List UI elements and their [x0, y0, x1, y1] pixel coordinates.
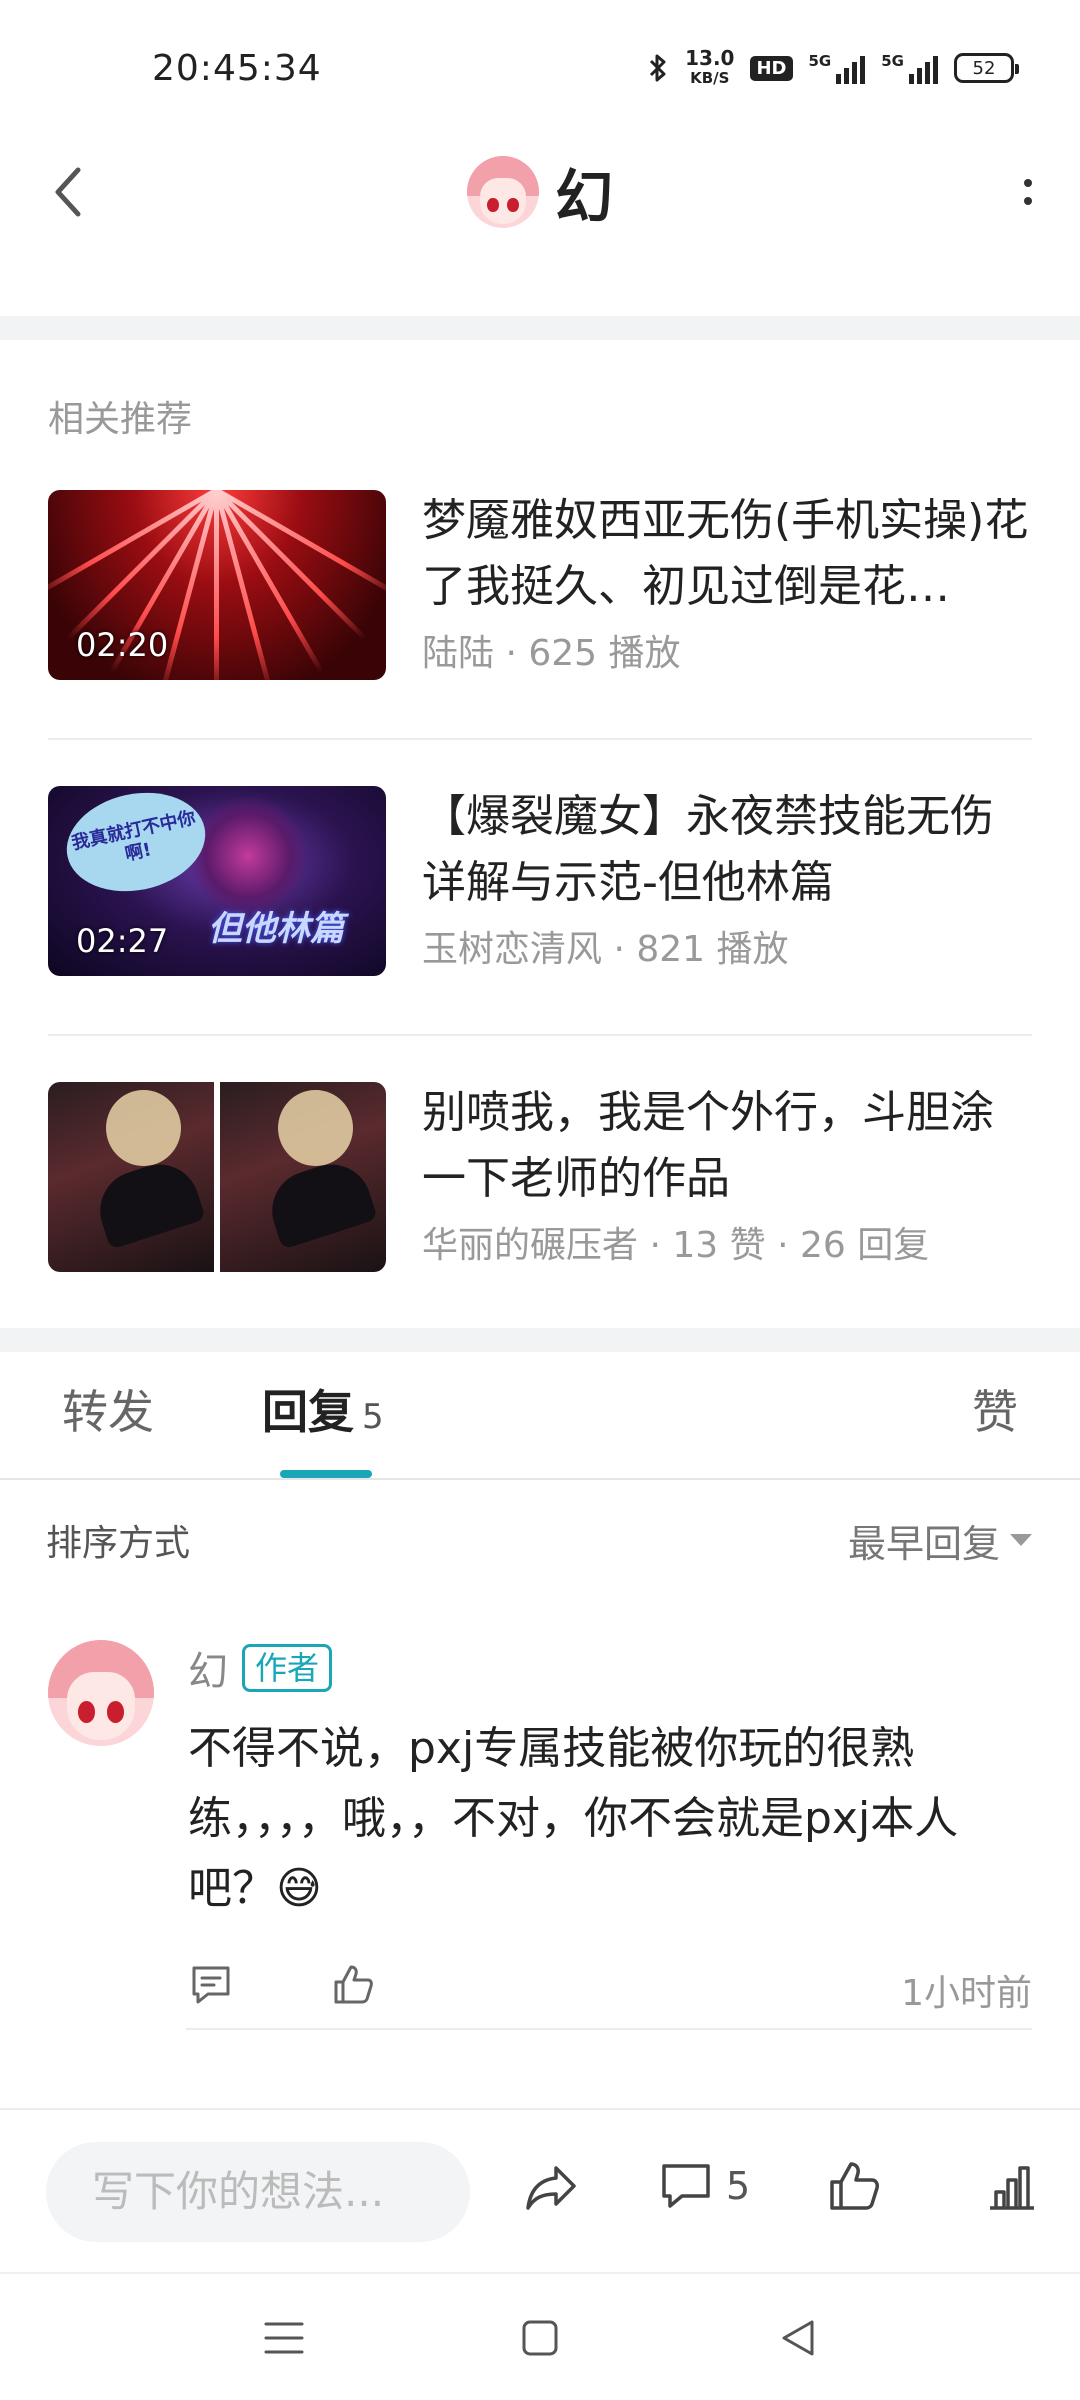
- related-item-title: 梦魇雅奴西亚无伤(手机实操)花了我挺久、初见过倒是花…: [422, 495, 1029, 612]
- thumbnail-bubble-text: 我真就打不中你啊!: [57, 786, 215, 904]
- status-icons: 13.0 KB/S HD 5G 5G 52: [647, 48, 1019, 88]
- comments-button[interactable]: 5: [658, 2158, 750, 2214]
- divider: [48, 738, 1032, 740]
- menu-icon[interactable]: [262, 2316, 306, 2360]
- status-time: 20:45:34: [152, 48, 322, 89]
- comment-time: 1小时前: [901, 1973, 1032, 2014]
- avatar[interactable]: [48, 1640, 154, 1746]
- like-button[interactable]: [826, 2158, 882, 2214]
- hd-badge: HD: [750, 55, 793, 81]
- related-item-title: 别喷我，我是个外行，斗胆涂一下老师的作品: [422, 1087, 994, 1204]
- related-item-info: 【爆裂魔女】永夜禁技能无伤详解与示范-但他林篇 玉树恋清风 · 821 播放: [422, 786, 1032, 976]
- tab-bar: 转发 回复 5 赞: [0, 1340, 1080, 1480]
- reply-icon[interactable]: [188, 1962, 234, 2008]
- related-item-info: 别喷我，我是个外行，斗胆涂一下老师的作品 华丽的碾压者 · 13 赞 · 26 …: [422, 1082, 1032, 1272]
- bluetooth-icon: [650, 54, 666, 82]
- related-item[interactable]: 别喷我，我是个外行，斗胆涂一下老师的作品 华丽的碾压者 · 13 赞 · 26 …: [48, 1082, 1032, 1272]
- comment-actions: 1小时前: [188, 1952, 1032, 2022]
- related-item-title: 【爆裂魔女】永夜禁技能无伤详解与示范-但他林篇: [422, 791, 994, 908]
- comment-body: 幻 作者 不得不说，pxj专属技能被你玩的很熟练，，，，哦，，不对，你不会就是p…: [188, 1640, 1032, 2022]
- related-item-author: 陆陆: [422, 633, 495, 674]
- comment-input[interactable]: 写下你的想法...: [46, 2142, 470, 2242]
- related-item-stat-2: 26 回复: [799, 1225, 930, 1266]
- related-section-title: 相关推荐: [48, 399, 193, 440]
- bar-chart-icon: [990, 2166, 1034, 2210]
- video-duration: 02:27: [76, 922, 169, 960]
- related-item-info: 梦魇雅奴西亚无伤(手机实操)花了我挺久、初见过倒是花… 陆陆 · 625 播放: [422, 490, 1032, 680]
- back-triangle-icon[interactable]: [776, 2316, 820, 2360]
- caret-down-icon: [1010, 1534, 1032, 1546]
- system-nav-bar: [0, 2272, 1080, 2400]
- author-badge: 作者: [242, 1644, 333, 1692]
- section-divider: [0, 316, 1080, 340]
- divider: [186, 2028, 1032, 2030]
- network-speed-value: 13.0: [685, 46, 735, 70]
- home-icon[interactable]: [518, 2316, 562, 2360]
- related-item-meta: 陆陆 · 625 播放: [422, 633, 681, 674]
- signal-2-label: 5G: [881, 52, 904, 70]
- related-item-author: 华丽的碾压者: [422, 1225, 639, 1266]
- tab-like[interactable]: 赞: [972, 1376, 1018, 1442]
- tab-forward[interactable]: 转发: [62, 1376, 154, 1442]
- comment-header: 幻 作者: [188, 1640, 1032, 1696]
- post-thumbnail: [48, 1082, 386, 1272]
- signal-1-label: 5G: [808, 52, 832, 70]
- network-speed-unit: KB/S: [690, 69, 730, 87]
- related-item-meta: 华丽的碾压者 · 13 赞 · 26 回复: [422, 1225, 930, 1266]
- share-icon: [526, 2166, 576, 2210]
- signal-strength-2-icon: 5G: [881, 52, 938, 84]
- related-item-stat: 13 赞: [672, 1225, 766, 1266]
- sort-dropdown[interactable]: 最早回复: [848, 1513, 1032, 1568]
- tab-reply[interactable]: 回复 5: [262, 1376, 384, 1442]
- comment-text: 不得不说，pxj专属技能被你玩的很熟练，，，，哦，，不对，你不会就是pxj本人吧…: [188, 1723, 959, 1914]
- comment-count: 5: [726, 2164, 751, 2208]
- sort-value: 最早回复: [847, 1521, 1000, 1566]
- tab-reply-count: 5: [362, 1397, 384, 1437]
- more-dots-icon: [1024, 179, 1032, 187]
- thumbs-up-icon[interactable]: [330, 1962, 376, 2008]
- divider: [48, 1034, 1032, 1036]
- sort-label: 排序方式: [46, 1523, 191, 1564]
- network-speed: 13.0 KB/S: [685, 48, 734, 88]
- bottom-action-bar: 写下你的想法... 5: [0, 2108, 1080, 2272]
- related-item[interactable]: 我真就打不中你啊! 但他林篇 02:27 【爆裂魔女】永夜禁技能无伤详解与示范-…: [48, 786, 1032, 976]
- stats-button[interactable]: [984, 2158, 1040, 2214]
- related-item-stat: 821 播放: [636, 929, 789, 970]
- battery-level: 52: [972, 57, 996, 79]
- share-button[interactable]: [522, 2158, 580, 2216]
- related-item[interactable]: 02:20 梦魇雅奴西亚无伤(手机实操)花了我挺久、初见过倒是花… 陆陆 · 6…: [48, 490, 1032, 680]
- status-bar: 20:45:34 13.0 KB/S HD 5G 5G 52: [0, 0, 1080, 140]
- related-item-meta: 玉树恋清风 · 821 播放: [422, 929, 789, 970]
- tab-reply-label: 回复: [262, 1385, 354, 1439]
- more-options-button[interactable]: [1000, 164, 1056, 220]
- comment-icon: [662, 2164, 710, 2208]
- video-duration: 02:20: [76, 626, 169, 664]
- battery-icon: 52: [954, 53, 1019, 83]
- header-title: 幻: [0, 150, 1080, 234]
- header: 幻: [0, 140, 1080, 315]
- thumbnail-caption: 但他林篇: [208, 909, 344, 949]
- comment-author[interactable]: 幻: [188, 1639, 228, 1697]
- related-item-author: 玉树恋清风: [422, 929, 603, 970]
- video-thumbnail: 我真就打不中你啊! 但他林篇 02:27: [48, 786, 386, 976]
- page-title: 幻: [554, 163, 613, 231]
- active-tab-indicator: [280, 1470, 372, 1478]
- avatar[interactable]: [466, 156, 539, 228]
- video-thumbnail: 02:20: [48, 490, 386, 680]
- signal-strength-1-icon: 5G: [809, 52, 866, 84]
- related-item-stat: 625 播放: [528, 633, 681, 674]
- sort-row: 排序方式 最早回复: [46, 1510, 1032, 1570]
- thumbs-up-icon: [830, 2162, 879, 2210]
